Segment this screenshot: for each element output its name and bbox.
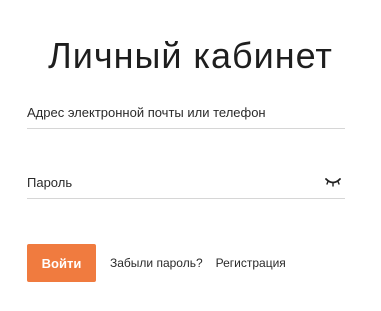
eye-closed-icon[interactable] — [325, 176, 341, 188]
forgot-password-link[interactable]: Забыли пароль? — [110, 256, 203, 270]
email-input[interactable] — [27, 98, 317, 127]
page-title: Личный кабинет — [48, 35, 333, 77]
login-button[interactable]: Войти — [27, 244, 96, 282]
form-actions: Войти Забыли пароль? Регистрация — [27, 244, 286, 282]
email-field — [27, 98, 345, 129]
register-link[interactable]: Регистрация — [216, 256, 286, 270]
password-field — [27, 168, 345, 199]
password-input[interactable] — [27, 168, 317, 197]
